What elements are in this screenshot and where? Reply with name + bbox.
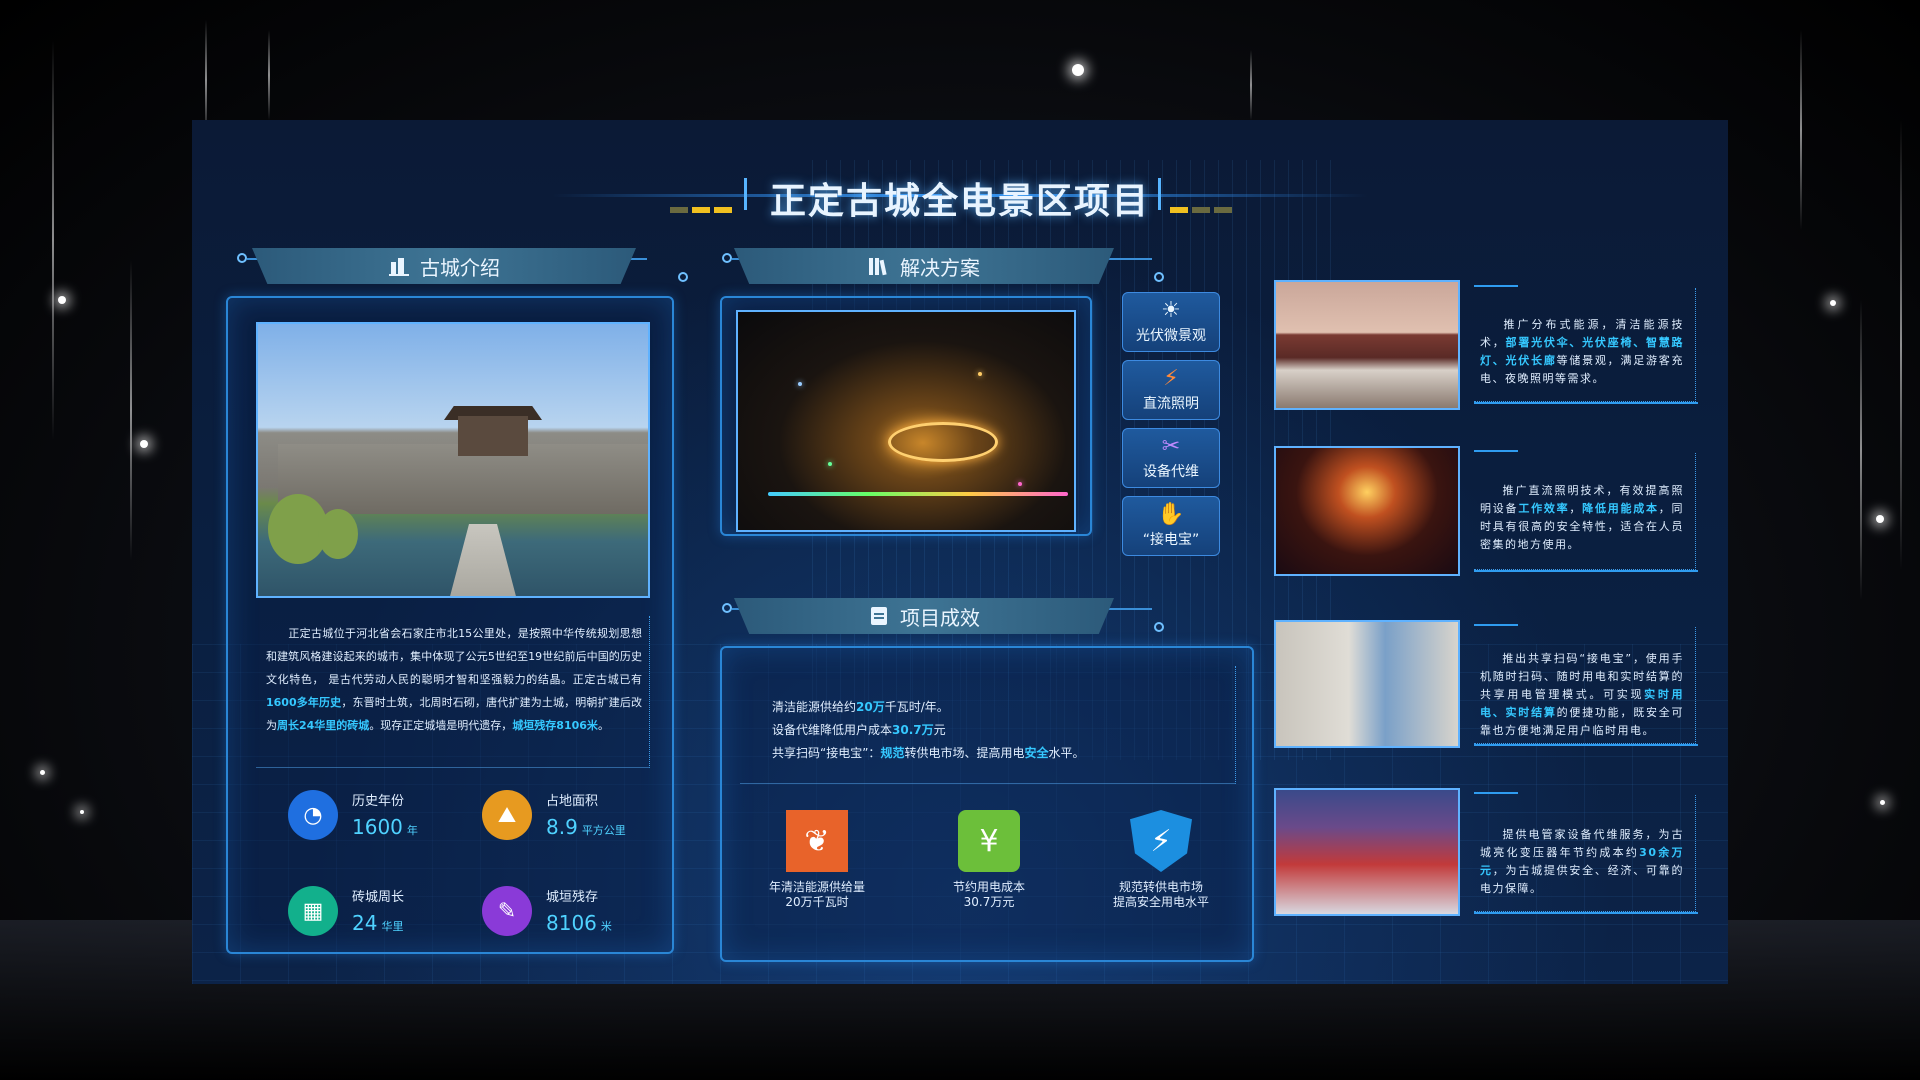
description-photovoltaic: 推广分布式能源，清洁能源技术，部署光伏伞、光伏座椅、智慧路灯、光伏长廊等储景观，… [1480,318,1685,385]
description-jiedianbao: 推出共享扫码“接电宝”，使用手机随时扫码、随时用电和实时结算的共享用电管理模式。… [1480,652,1685,737]
money-bag-icon: ¥ [958,810,1020,872]
stat-wall-perimeter: ▦ 砖城周长 24 华里 [288,886,404,936]
description-dc-lighting: 推广直流照明技术，有效提高照明设备工作效率，降低用能成本，同时具有很高的安全特性… [1480,484,1685,551]
stat-area: ⛰ 占地面积 8.9 平方公里 [482,790,626,840]
lightning-icon: ⚡ [1163,366,1179,391]
dc-lighting-street-photo [1274,446,1460,576]
photovoltaic-umbrella-photo [1274,280,1460,410]
result-clean-energy: ❦ 年清洁能源供给量 20万千瓦时 [752,810,882,910]
description-maintenance: 提供电管家设备代维服务，为古城亮化变压器年节约成本约30余万元，为古城提供安全、… [1480,828,1685,895]
page-title: 正定古城全电景区项目 [769,181,1150,222]
result-safety: ⚡ 规范转供电市场 提高安全用电水平 [1096,810,1226,910]
project-board: 正定古城全电景区项目 古城介绍 正定古城位于河北省会石家庄市北15公里处，是按照… [192,120,1728,984]
stat-wall-remaining: ✎ 城垣残存 8106 米 [482,886,612,936]
section-header-results: 项目成效 [734,598,1114,634]
section-header-intro: 古城介绍 [252,248,636,284]
tools-icon: ✂ [1161,434,1181,459]
sun-icon: ☀ [1161,298,1181,323]
section-title-intro: 古城介绍 [420,255,500,280]
shield-icon: ⚡ [1130,810,1192,872]
section-header-solution: 解决方案 [734,248,1114,284]
solution-dc-lighting-button[interactable]: ⚡ 直流照明 [1122,360,1220,420]
wall-icon: ▦ [288,886,338,936]
hand-touch-icon: ✋ [1157,502,1185,527]
area-icon: ⛰ [482,790,532,840]
solution-maintenance-button[interactable]: ✂ 设备代维 [1122,428,1220,488]
ruler-icon: ✎ [482,886,532,936]
stat-history-years: ◔ 历史年份 1600 年 [288,790,418,840]
jiedianbao-workers-photo [1274,620,1460,748]
intro-description: 正定古城位于河北省会石家庄市北15公里处，是按照中华传统规划思想和建筑风格建设起… [266,627,642,732]
leaf-icon: ❦ [786,810,848,872]
maintenance-workers-photo [1274,788,1460,916]
section-title-solution: 解决方案 [900,255,980,280]
section-title-results: 项目成效 [900,605,980,630]
books-icon [868,256,890,276]
document-icon [868,606,890,626]
clock-icon: ◔ [288,790,338,840]
result-cost-saving: ¥ 节约用电成本 30.7万元 [924,810,1054,910]
building-icon [388,256,410,276]
results-summary: 清洁能源供给约20万千瓦时/年。 设备代维降低用户成本30.7万元 共享扫码“接… [772,700,1085,760]
solution-jiedianbao-button[interactable]: ✋ “接电宝” [1122,496,1220,556]
ancient-city-wall-photo [256,322,650,598]
solution-photovoltaic-button[interactable]: ☀ 光伏微景观 [1122,292,1220,352]
night-aerial-photo [736,310,1076,532]
